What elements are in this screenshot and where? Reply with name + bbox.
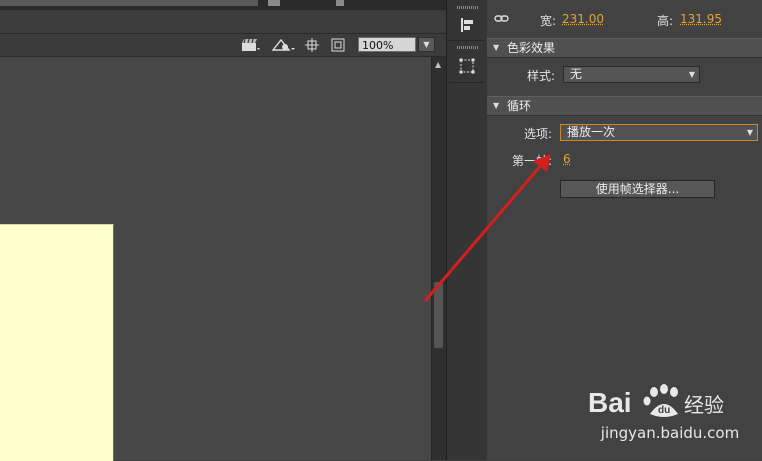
dock-divider xyxy=(449,82,485,83)
dock-grip[interactable] xyxy=(457,6,479,9)
frame-picker-button[interactable]: 使用帧选择器... xyxy=(560,180,715,198)
transform-icon[interactable] xyxy=(458,57,476,75)
timeline-scrollbar[interactable] xyxy=(0,0,258,6)
collapse-triangle-icon: ▼ xyxy=(493,101,500,110)
chevron-down-icon: ▼ xyxy=(688,70,695,79)
chevron-down-icon: ▼ xyxy=(746,128,753,137)
svg-text:Bai: Bai xyxy=(588,387,632,418)
width-label: 宽: xyxy=(540,14,557,28)
link-icon[interactable] xyxy=(494,11,510,27)
style-select-value: 无 xyxy=(570,67,583,81)
scrollbar-thumb[interactable] xyxy=(434,282,443,348)
style-label: 样式: xyxy=(527,69,556,83)
stage-header: 100% ▼ xyxy=(0,34,446,57)
dock-grip[interactable] xyxy=(457,46,479,49)
collapse-triangle-icon: ▼ xyxy=(493,43,500,52)
loop-options-select[interactable]: 播放一次 ▼ xyxy=(560,124,758,141)
first-frame-label: 第一帧: xyxy=(512,154,553,168)
panel-dock xyxy=(446,0,488,460)
crosshair-icon[interactable] xyxy=(305,38,319,52)
symbol-icon[interactable] xyxy=(271,38,297,52)
svg-text:经验: 经验 xyxy=(684,393,724,417)
scroll-up-icon[interactable]: ▲ xyxy=(435,60,441,69)
zoom-input[interactable]: 100% xyxy=(358,37,416,52)
baidu-paw-logo: Bai du 经验 xyxy=(588,384,724,418)
timeline-control-2[interactable] xyxy=(336,0,344,6)
timeline-control[interactable] xyxy=(268,0,280,6)
align-icon[interactable] xyxy=(458,16,476,34)
section-title: 色彩效果 xyxy=(507,41,556,55)
color-effect-section-header[interactable]: ▼ 色彩效果 xyxy=(487,38,762,58)
stage-canvas[interactable] xyxy=(0,224,114,461)
style-select[interactable]: 无 ▼ xyxy=(563,66,700,83)
height-label: 高: xyxy=(657,14,674,28)
top-strip xyxy=(0,0,446,10)
height-value[interactable]: 131.95 xyxy=(680,12,722,26)
watermark-url: jingyan.baidu.com xyxy=(600,424,740,442)
loop-section-header[interactable]: ▼ 循环 xyxy=(487,96,762,116)
dock-divider xyxy=(449,40,485,41)
svg-text:du: du xyxy=(658,405,670,416)
section-title: 循环 xyxy=(507,99,532,113)
timeline-toolbar xyxy=(0,10,446,34)
clip-icon[interactable] xyxy=(331,38,345,52)
first-frame-value[interactable]: 6 xyxy=(563,152,571,166)
chevron-down-icon: ▼ xyxy=(423,40,430,49)
baidu-watermark: Bai du 经验 jingyan.baidu.com xyxy=(578,372,762,460)
vertical-scrollbar[interactable]: ▲ xyxy=(431,57,446,460)
loop-options-value: 播放一次 xyxy=(567,125,616,139)
width-value[interactable]: 231.00 xyxy=(562,12,604,26)
clapperboard-icon[interactable] xyxy=(241,38,261,52)
options-label: 选项: xyxy=(524,127,553,141)
zoom-dropdown-button[interactable]: ▼ xyxy=(418,37,435,52)
